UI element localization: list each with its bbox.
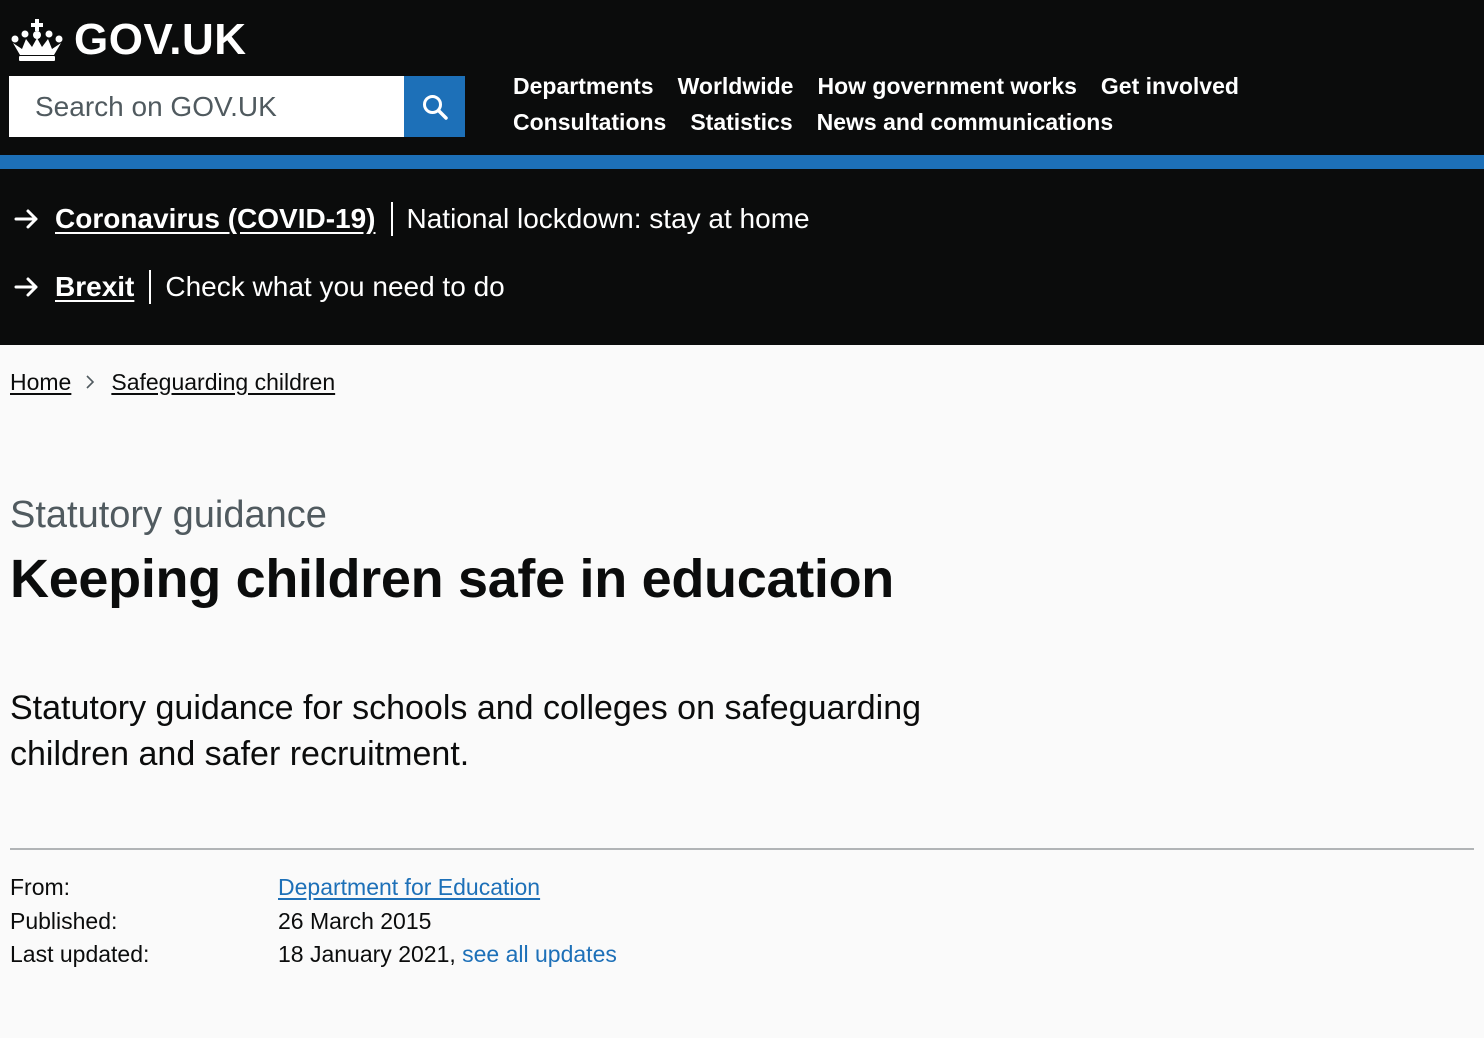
page-lead: Statutory guidance for schools and colle…	[10, 689, 922, 773]
published-date: 26 March 2015	[278, 907, 432, 934]
breadcrumb-safeguarding-children[interactable]: Safeguarding children	[111, 369, 335, 396]
divider	[10, 848, 1474, 850]
chevron-right-icon	[86, 375, 95, 389]
nav-news-and-communications[interactable]: News and communications	[817, 109, 1114, 136]
brexit-link[interactable]: Brexit	[55, 271, 134, 303]
nav-worldwide[interactable]: Worldwide	[678, 73, 794, 100]
site-header: GOV.UK Departments Worldwide How governm…	[0, 0, 1484, 155]
separator	[390, 202, 393, 236]
search-icon	[422, 94, 448, 120]
topnav-row-1: Departments Worldwide How government wor…	[513, 68, 1239, 104]
organisation-link[interactable]: Department for Education	[278, 874, 540, 900]
nav-consultations[interactable]: Consultations	[513, 109, 666, 136]
search-button[interactable]	[404, 76, 465, 137]
see-all-updates-link[interactable]: see all updates	[462, 941, 617, 967]
nav-departments[interactable]: Departments	[513, 73, 654, 100]
from-label: From:	[10, 874, 71, 901]
govuk-logo-link[interactable]: GOV.UK	[10, 14, 247, 66]
global-item-coronavirus: Coronavirus (COVID-19) National lockdown…	[14, 199, 810, 239]
top-navigation: Departments Worldwide How government wor…	[513, 68, 1239, 140]
global-bar: Coronavirus (COVID-19) National lockdown…	[0, 169, 1484, 345]
brexit-message: Check what you need to do	[165, 271, 505, 302]
metadata-published: Published: 26 March 2015	[10, 905, 617, 939]
metadata-from: From: Department for Education	[10, 871, 617, 905]
crown-icon	[11, 19, 63, 61]
global-item-brexit: Brexit Check what you need to do	[14, 267, 505, 307]
search-input[interactable]	[9, 76, 404, 137]
separator	[149, 270, 152, 304]
coronavirus-message: National lockdown: stay at home	[406, 203, 810, 234]
arrow-right-icon	[14, 277, 38, 297]
nav-statistics[interactable]: Statistics	[690, 109, 792, 136]
breadcrumb-home[interactable]: Home	[10, 369, 71, 396]
nav-how-government-works[interactable]: How government works	[817, 73, 1076, 100]
arrow-right-icon	[14, 209, 38, 229]
nav-get-involved[interactable]: Get involved	[1101, 73, 1239, 100]
topnav-row-2: Consultations Statistics News and commun…	[513, 104, 1239, 140]
logo-text: GOV.UK	[74, 15, 247, 64]
published-label: Published:	[10, 907, 118, 934]
coronavirus-link[interactable]: Coronavirus (COVID-19)	[55, 203, 376, 235]
metadata-last-updated: Last updated: 18 January 2021, see all u…	[10, 938, 617, 972]
last-updated-date: 18 January 2021,	[278, 941, 456, 968]
search-form	[9, 76, 465, 137]
header-accent-bar	[0, 155, 1484, 169]
metadata: From: Department for Education Published…	[10, 871, 617, 972]
page-caption: Statutory guidance	[10, 494, 327, 536]
last-updated-label: Last updated:	[10, 941, 150, 968]
page-title: Keeping children safe in education	[10, 549, 894, 609]
breadcrumb: Home Safeguarding children	[10, 366, 335, 398]
